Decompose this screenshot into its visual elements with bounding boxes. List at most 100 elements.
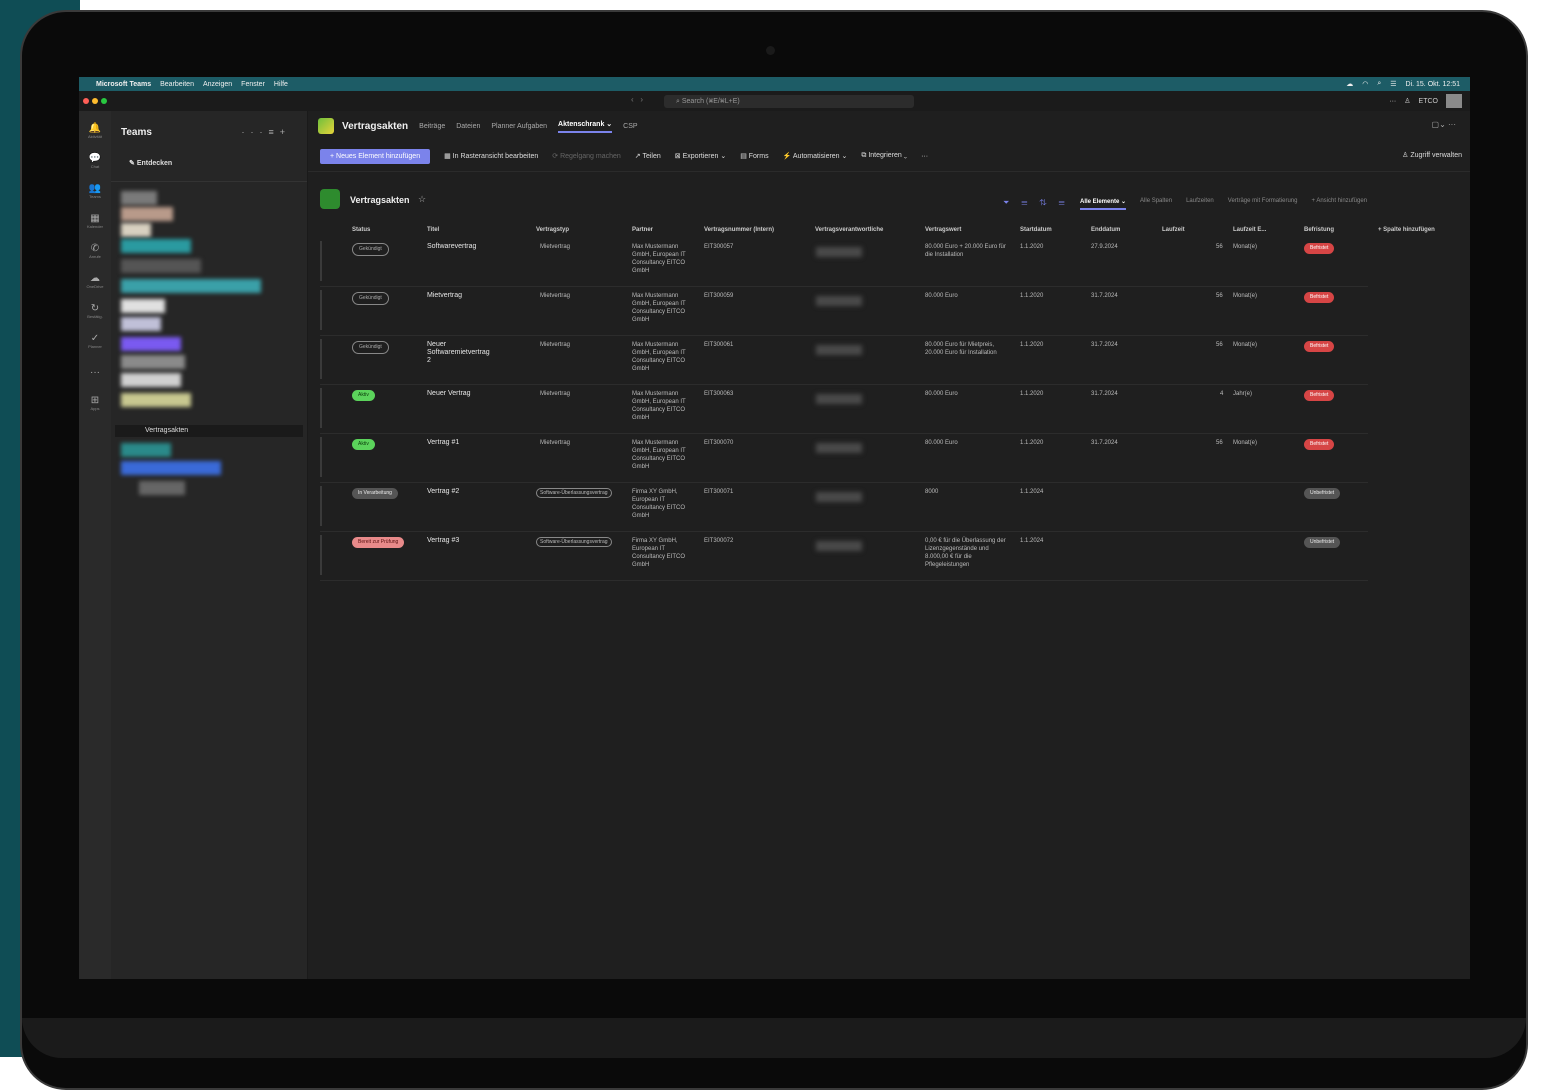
tab-planner[interactable]: Planner Aufgaben (491, 123, 547, 130)
blurred-team[interactable] (121, 393, 191, 407)
table-row[interactable]: Bereit zur Prüfung Vertrag #3 Software-Ü… (320, 531, 1368, 581)
col-type[interactable]: Vertragstyp (536, 227, 569, 233)
number-cell: EIT300063 (704, 391, 734, 397)
star-icon[interactable]: ☆ (418, 194, 426, 205)
table-row[interactable]: In Verarbeitung Vertrag #2 Software-Über… (320, 482, 1368, 532)
table-row[interactable]: Gekündigt Mietvertrag Mietvertrag Max Mu… (320, 286, 1368, 336)
search-input[interactable]: ⌕ Search (⌘E/⌘L+E) (664, 95, 914, 108)
col-value[interactable]: Vertragswert (925, 227, 961, 233)
tab-beitraege[interactable]: Beiträge (419, 123, 445, 130)
new-item-button[interactable]: + Neues Element hinzufügen (320, 148, 431, 164)
blurred-team[interactable] (121, 443, 171, 457)
rule-button[interactable]: ⟳ Regelgang machen (552, 152, 621, 160)
col-start[interactable]: Startdatum (1020, 227, 1052, 233)
blurred-team[interactable] (121, 239, 191, 253)
rail-onedrive[interactable]: ☁ OneDrive (79, 273, 111, 289)
blurred-team[interactable] (121, 317, 161, 331)
col-status[interactable]: Status (352, 227, 370, 233)
wifi-icon[interactable]: ◠ (1362, 80, 1368, 88)
blurred-team[interactable] (121, 373, 181, 387)
rail-teams[interactable]: 👥 Teams (79, 183, 111, 199)
minimize-button[interactable] (92, 98, 98, 104)
automate-button[interactable]: ⚡ Automatisieren ⌄ (783, 152, 848, 160)
title-cell[interactable]: Vertrag #2 (427, 488, 527, 496)
col-duration-unit[interactable]: Laufzeit E... (1233, 227, 1266, 233)
title-cell[interactable]: Mietvertrag (427, 292, 527, 300)
search-icon[interactable]: ⌕ (1377, 80, 1381, 88)
rail-calendar[interactable]: ▦ Kalender (79, 213, 111, 229)
group-icon: ☰ (1021, 198, 1040, 207)
col-end[interactable]: Enddatum (1091, 227, 1120, 233)
close-button[interactable] (83, 98, 89, 104)
menu-item[interactable]: Anzeigen (203, 81, 232, 88)
table-row[interactable]: Aktiv Vertrag #1 Mietvertrag Max Musterm… (320, 433, 1368, 483)
view-laufzeiten[interactable]: Laufzeiten (1186, 198, 1214, 210)
blurred-team[interactable] (121, 279, 261, 293)
grid-edit-button[interactable]: ▦ In Rasteransicht bearbeiten (444, 152, 538, 160)
rail-more[interactable]: ··· (79, 367, 111, 378)
teams-actions[interactable]: ···≡+ (242, 127, 292, 137)
more-icon[interactable]: ··· (1389, 98, 1396, 105)
menu-item[interactable]: Hilfe (274, 81, 288, 88)
rail-chat[interactable]: 💬 Chat (79, 153, 111, 169)
blurred-team[interactable] (121, 299, 165, 313)
view-formatting[interactable]: Verträge mit Formatierung (1228, 198, 1298, 210)
blurred-team[interactable] (121, 207, 173, 221)
rail-calls[interactable]: ✆ Anrufe (79, 243, 111, 259)
tab-aktenschrank[interactable]: Aktenschrank ⌄ (558, 120, 613, 133)
col-owner[interactable]: Vertragsverantwortliche (815, 227, 883, 233)
title-cell[interactable]: Neuer Softwaremietvertrag 2 (427, 341, 491, 365)
integrate-button[interactable]: ⧉ Integrieren ⌄ (861, 152, 907, 160)
title-cell[interactable]: Neuer Vertrag (427, 390, 527, 398)
meet-icon[interactable]: ▢⌄ ··· (1432, 120, 1456, 129)
col-number[interactable]: Vertragsnummer (Intern) (704, 227, 774, 233)
blurred-team[interactable] (121, 259, 201, 273)
rail-activity[interactable]: 🔔 Aktivität (79, 123, 111, 139)
clock[interactable]: Di. 15. Okt. 12:51 (1406, 81, 1460, 88)
avatar[interactable] (1446, 94, 1462, 108)
blurred-team[interactable] (121, 461, 221, 475)
user-name[interactable]: ETCO (1419, 98, 1438, 105)
blurred-team[interactable] (139, 481, 185, 495)
menu-item[interactable]: Fenster (241, 81, 265, 88)
table-row[interactable]: Gekündigt Neuer Softwaremietvertrag 2 Mi… (320, 335, 1368, 385)
share-button[interactable]: ↗ Teilen (635, 152, 661, 160)
control-center-icon[interactable]: ☰ (1390, 80, 1396, 88)
view-all-items[interactable]: Alle Elemente ⌄ (1080, 198, 1127, 210)
forms-button[interactable]: ▤ Forms (740, 152, 768, 160)
title-cell[interactable]: Vertrag #1 (427, 439, 527, 447)
rail-apps[interactable]: ⊞ Apps (79, 395, 111, 411)
add-view-button[interactable]: + Ansicht hinzufügen (1311, 198, 1367, 210)
menu-app[interactable]: Microsoft Teams (96, 81, 151, 88)
cloud-icon[interactable]: ☁ (1346, 80, 1353, 88)
blurred-team[interactable] (121, 337, 181, 351)
table-row[interactable]: Gekündigt Softwarevertrag Mietvertrag Ma… (320, 237, 1368, 287)
add-column-button[interactable]: + Spalte hinzufügen (1378, 227, 1435, 233)
discover-link[interactable]: ✎ Entdecken (129, 159, 172, 167)
view-all-columns[interactable]: Alle Spalten (1140, 198, 1172, 210)
view-tools[interactable]: ⏷☰⇅☰ (1003, 198, 1077, 208)
partner-cell: Max Mustermann GmbH, European IT Consult… (632, 293, 686, 323)
blurred-team[interactable] (121, 191, 157, 205)
rail-loop[interactable]: ↻ Bestätig. (79, 303, 111, 319)
channel-vertragsakten[interactable]: Vertragsakten (115, 425, 303, 437)
manage-access-button[interactable]: ♙ Zugriff verwalten (1402, 151, 1462, 159)
tab-csp[interactable]: CSP (623, 123, 637, 130)
nav-arrows[interactable]: ‹ › (631, 95, 643, 104)
more-button[interactable]: ··· (921, 153, 928, 160)
person-icon[interactable]: ♙ (1404, 97, 1410, 105)
blurred-team[interactable] (121, 355, 185, 369)
menu-item[interactable]: Bearbeiten (160, 81, 194, 88)
rail-planner[interactable]: ✓ Planner (79, 333, 111, 349)
title-cell[interactable]: Vertrag #3 (427, 537, 527, 545)
table-row[interactable]: Aktiv Neuer Vertrag Mietvertrag Max Must… (320, 384, 1368, 434)
export-button[interactable]: ⊠ Exportieren ⌄ (675, 152, 726, 160)
col-duration[interactable]: Laufzeit (1162, 227, 1185, 233)
blurred-team[interactable] (121, 223, 151, 237)
col-limit[interactable]: Befristung (1304, 227, 1334, 233)
maximize-button[interactable] (101, 98, 107, 104)
tab-dateien[interactable]: Dateien (456, 123, 480, 130)
col-title[interactable]: Titel (427, 227, 439, 233)
col-partner[interactable]: Partner (632, 227, 653, 233)
title-cell[interactable]: Softwarevertrag (427, 243, 527, 251)
